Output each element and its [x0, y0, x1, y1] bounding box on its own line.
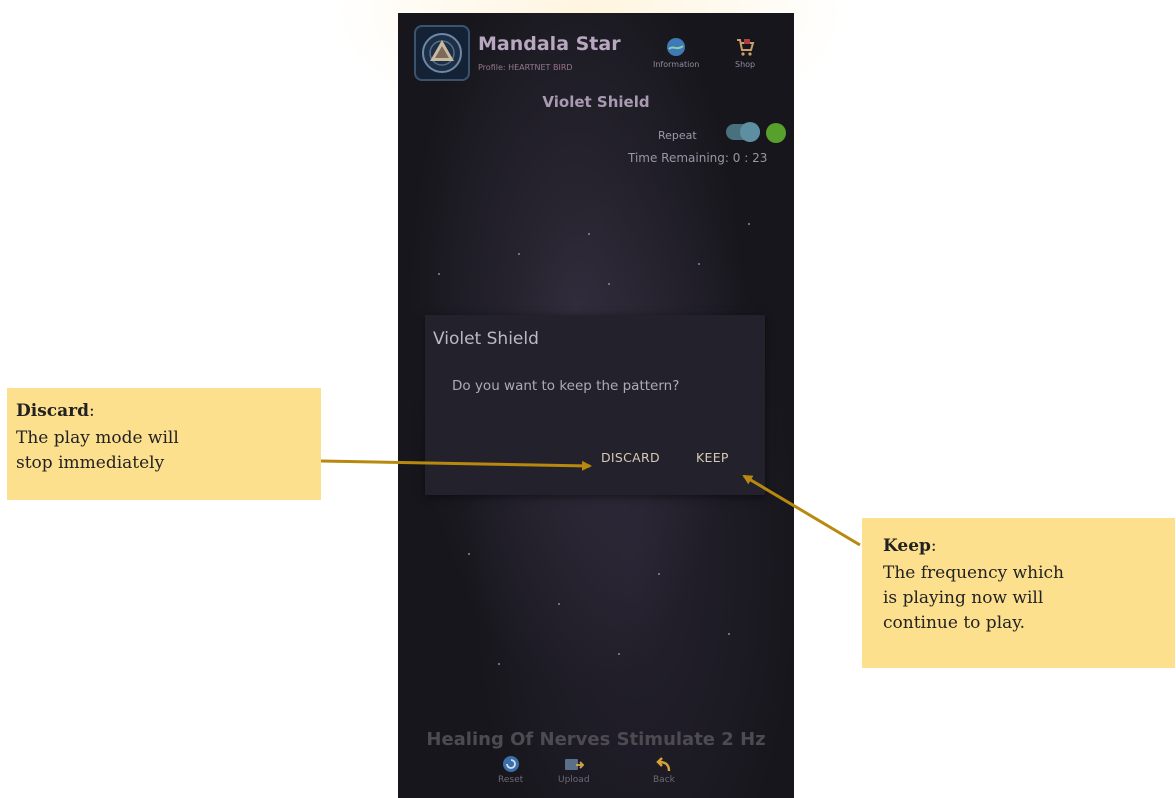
pattern-title: Violet Shield [542, 93, 650, 111]
mandala-logo-icon [414, 25, 470, 81]
frequency-title: Healing Of Nerves Stimulate 2 Hz [426, 729, 766, 750]
upload-icon [564, 759, 584, 770]
back-arrow-icon [656, 757, 671, 772]
keep-callout: Keep: The frequency which is playing now… [862, 518, 1175, 668]
repeat-toggle[interactable] [726, 122, 760, 142]
status-indicator-dot [766, 123, 786, 143]
keep-callout-title: Keep [883, 536, 931, 556]
keep-callout-line: continue to play. [883, 613, 1026, 633]
upload-button[interactable]: Upload [558, 755, 590, 785]
discard-callout-line: stop immediately [16, 453, 165, 473]
cart-icon [737, 39, 755, 56]
profile-label: Profile: HEARTNET BIRD [478, 63, 573, 72]
shop-button[interactable]: Shop [735, 37, 755, 69]
keep-pattern-dialog: Violet Shield Do you want to keep the pa… [425, 315, 765, 495]
shop-label: Shop [735, 60, 756, 69]
discard-callout-colon: : [88, 401, 95, 421]
reset-label: Reset [498, 775, 524, 785]
keep-button[interactable]: KEEP [696, 450, 729, 465]
discard-callout-title: Discard [16, 401, 89, 421]
discard-callout: Discard: The play mode will stop immedia… [7, 388, 321, 500]
phone-screen: Mandala Star Profile: HEARTNET BIRD Info… [398, 13, 794, 798]
keep-callout-heading: Keep: [883, 536, 937, 556]
reset-icon [502, 756, 519, 772]
app-name: Mandala Star [478, 33, 621, 55]
information-label: Information [653, 60, 700, 69]
back-button[interactable]: Back [653, 755, 675, 785]
repeat-label: Repeat [658, 129, 697, 142]
upload-label: Upload [558, 775, 590, 785]
discard-callout-heading: Discard: [16, 401, 95, 421]
keep-callout-line: The frequency which [883, 563, 1065, 583]
globe-icon [667, 38, 686, 56]
toggle-knob [740, 122, 760, 142]
discard-button[interactable]: DISCARD [601, 450, 660, 465]
keep-callout-line: is playing now will [883, 588, 1044, 608]
dialog-message: Do you want to keep the pattern? [452, 378, 680, 394]
discard-callout-line: The play mode will [16, 428, 179, 448]
back-label: Back [653, 775, 675, 785]
time-remaining: Time Remaining: 0 : 23 [628, 151, 768, 165]
dialog-title: Violet Shield [433, 329, 539, 349]
keep-callout-colon: : [930, 536, 937, 556]
information-button[interactable]: Information [653, 37, 699, 69]
app-header: Mandala Star Profile: HEARTNET BIRD Info… [398, 13, 794, 93]
reset-button[interactable]: Reset [498, 755, 523, 785]
